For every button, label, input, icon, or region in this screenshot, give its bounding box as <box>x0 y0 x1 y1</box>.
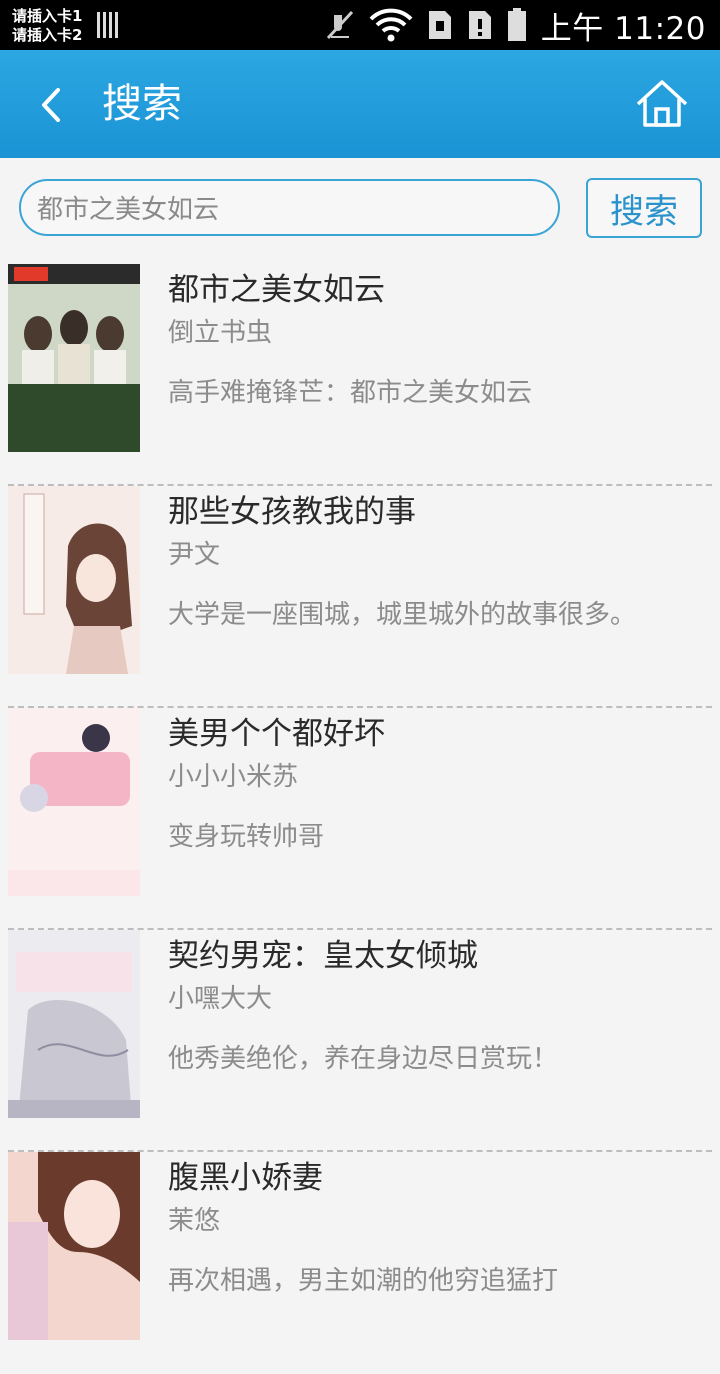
book-title: 契约男宠：皇太女倾城 <box>168 938 478 974</box>
search-input[interactable] <box>19 179 560 236</box>
book-item-1[interactable]: 都市之美女如云 倒立书虫 高手难掩锋芒：都市之美女如云 <box>0 264 720 486</box>
book-item-3[interactable]: 美男个个都好坏 小小小米苏 变身玩转帅哥 <box>0 708 720 930</box>
book-item-4[interactable]: 契约男宠：皇太女倾城 小嘿大大 他秀美绝伦，养在身边尽日赏玩！ <box>0 930 720 1152</box>
status-bar: 请插入卡1 请插入卡2 上午 11:20 <box>0 0 720 50</box>
book-description: 变身玩转帅哥 <box>168 822 325 852</box>
book-title: 腹黑小娇妻 <box>168 1160 323 1196</box>
sim1-label: 请插入卡1 <box>12 7 83 25</box>
book-author: 小小小米苏 <box>168 762 299 792</box>
sim1-icon <box>428 11 451 39</box>
wifi-icon <box>369 8 413 42</box>
book-description: 高手难掩锋芒：都市之美女如云 <box>168 378 533 408</box>
book-author: 尹文 <box>168 540 221 570</box>
book-cover <box>8 1152 140 1340</box>
book-cover <box>8 708 140 896</box>
chevron-left-icon <box>42 88 60 122</box>
app-bar: 搜索 <box>0 50 720 158</box>
battery-icon <box>507 8 526 41</box>
signal-icon <box>97 12 118 38</box>
status-icons: 上午 11:20 <box>325 0 706 50</box>
home-button[interactable] <box>634 78 690 130</box>
book-description: 大学是一座围城，城里城外的故事很多。 <box>168 600 637 630</box>
book-cover <box>8 264 140 452</box>
home-icon <box>636 80 688 127</box>
book-cover <box>8 930 140 1118</box>
back-button[interactable] <box>30 80 80 130</box>
book-title: 美男个个都好坏 <box>168 716 385 752</box>
book-author: 倒立书虫 <box>168 318 273 348</box>
book-title: 那些女孩教我的事 <box>168 494 416 530</box>
book-description: 再次相遇，男主如潮的他穷追猛打 <box>168 1266 559 1296</box>
book-description: 他秀美绝伦，养在身边尽日赏玩！ <box>168 1044 559 1074</box>
search-button[interactable]: 搜索 <box>586 178 702 238</box>
book-author: 小嘿大大 <box>168 984 273 1014</box>
book-author: 茉悠 <box>168 1206 221 1236</box>
book-item-2[interactable]: 那些女孩教我的事 尹文 大学是一座围城，城里城外的故事很多。 <box>0 486 720 708</box>
book-cover <box>8 486 140 674</box>
book-item-5[interactable]: 腹黑小娇妻 茉悠 再次相遇，男主如潮的他穷追猛打 <box>0 1152 720 1374</box>
book-title: 都市之美女如云 <box>168 272 385 308</box>
mute-icon <box>326 10 353 40</box>
sim2-label: 请插入卡2 <box>12 26 83 44</box>
clock: 上午 11:20 <box>540 10 706 47</box>
sim-status: 请插入卡1 请插入卡2 <box>12 7 82 45</box>
page-title: 搜索 <box>102 81 182 127</box>
sim2-icon <box>468 11 491 39</box>
